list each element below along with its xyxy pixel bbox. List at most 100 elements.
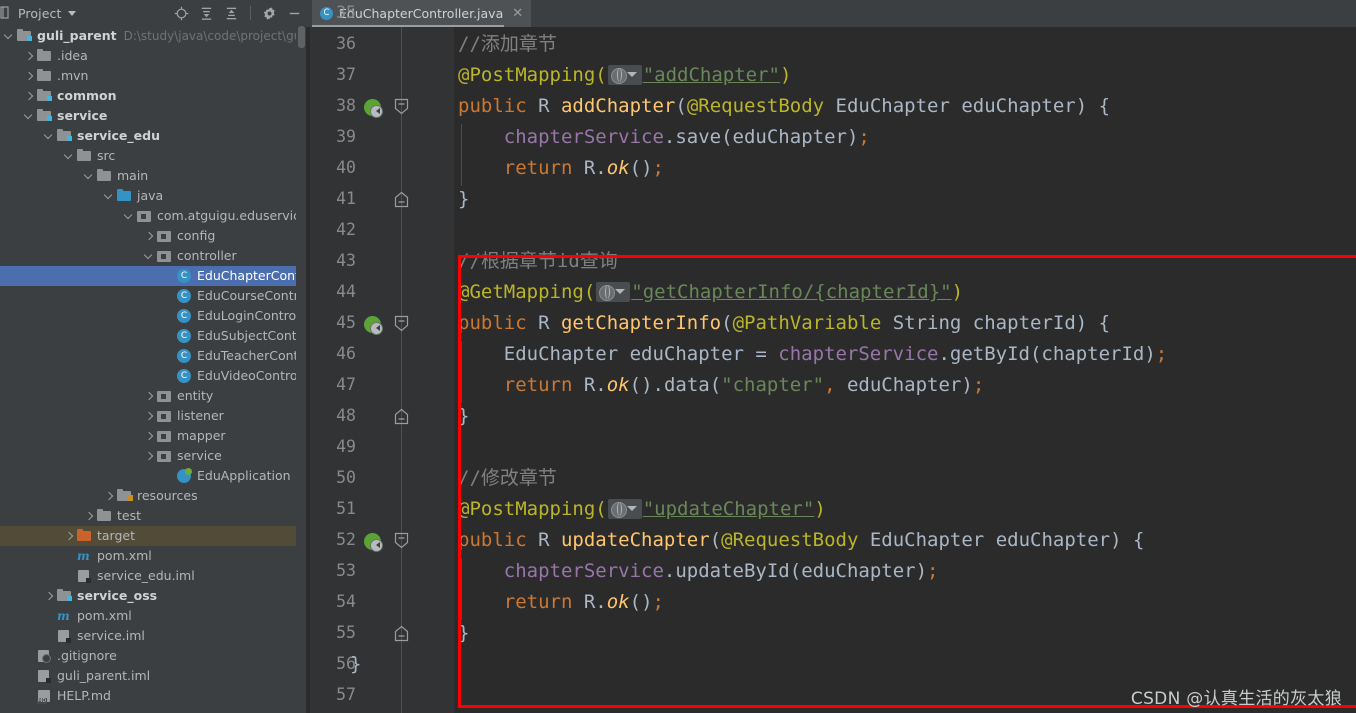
- chevron-right-icon[interactable]: [144, 231, 155, 242]
- code-line-38[interactable]: 38 public R addChapter(@RequestBody EduCh…: [306, 91, 1356, 122]
- editor-body[interactable]: 35 36 //添加章节 37 @PostMapping("addChapter") 38…: [306, 3, 1356, 713]
- tree-node-listener[interactable]: listener: [0, 406, 296, 426]
- code-fold-end-icon[interactable]: [394, 625, 409, 642]
- code-line-44[interactable]: 44 @GetMapping("getChapterInfo/{chapterId…: [306, 277, 1356, 308]
- code-fold-start-icon[interactable]: [394, 98, 409, 115]
- tree-node-pom-xml[interactable]: m pom.xml: [0, 546, 296, 566]
- chevron-right-icon[interactable]: [144, 391, 155, 402]
- tree-node-common[interactable]: common: [0, 86, 296, 106]
- tree-node-src[interactable]: src: [0, 146, 296, 166]
- tree-node-service-edu[interactable]: service_edu: [0, 126, 296, 146]
- chevron-down-icon[interactable]: [84, 171, 95, 182]
- tree-node-service-edu-iml[interactable]: service_edu.iml: [0, 566, 296, 586]
- settings-gear-icon[interactable]: [262, 6, 277, 21]
- tree-node-guli-parent-iml[interactable]: guli_parent.iml: [0, 666, 296, 686]
- run-gutter-icon[interactable]: [364, 533, 383, 552]
- tree-node-edulogincontroller[interactable]: EduLoginController: [0, 306, 306, 326]
- run-gutter-icon[interactable]: [364, 99, 383, 118]
- code-line-53[interactable]: 53 chapterService.updateById(eduChapter)…: [306, 556, 1356, 587]
- chevron-down-icon[interactable]: [124, 211, 135, 222]
- package-icon: [157, 249, 172, 263]
- chevron-right-icon[interactable]: [24, 71, 35, 82]
- code-line-45[interactable]: 45 public R getChapterInfo(@PathVariable …: [306, 308, 1356, 339]
- tree-node-service[interactable]: service: [0, 446, 296, 466]
- code-line-49[interactable]: 49: [306, 432, 1356, 463]
- chevron-right-icon[interactable]: [64, 531, 75, 542]
- tree-node-resources[interactable]: resources: [0, 486, 296, 506]
- sidebar-scroll-thumb[interactable]: [298, 26, 305, 48]
- code-line-52[interactable]: 52 public R updateChapter(@RequestBody Ed…: [306, 525, 1356, 556]
- tree-node-eduteachercontroller[interactable]: EduTeacherController: [0, 346, 306, 366]
- code-line-36[interactable]: 36 //添加章节: [306, 29, 1356, 60]
- code-line-42[interactable]: 42: [306, 215, 1356, 246]
- web-endpoint-gutter-icon[interactable]: [607, 65, 642, 85]
- tree-node-eduvideocontroller[interactable]: EduVideoController: [0, 366, 306, 386]
- tree-node-com-atguigu-eduservice[interactable]: com.atguigu.eduservice: [0, 206, 306, 226]
- tree-node-educoursecontroller[interactable]: EduCourseController: [0, 286, 306, 306]
- tree-node-pom-xml[interactable]: m pom.xml: [0, 606, 296, 626]
- code-line-41[interactable]: 41}: [306, 184, 1356, 215]
- code-line-46[interactable]: 46 EduChapter eduChapter = chapterServic…: [306, 339, 1356, 370]
- code-lines[interactable]: 35 36 //添加章节 37 @PostMapping("addChapter") 38…: [306, 3, 1356, 713]
- tree-node-service-oss[interactable]: service_oss: [0, 586, 296, 606]
- tree-node-service[interactable]: service: [0, 106, 296, 126]
- chevron-down-icon[interactable]: [24, 111, 35, 122]
- tree-node-test[interactable]: test: [0, 506, 296, 526]
- chevron-right-icon[interactable]: [24, 91, 35, 102]
- code-fold-end-icon[interactable]: [394, 191, 409, 208]
- code-line-56[interactable]: 56}: [306, 649, 1356, 680]
- tree-node--mvn[interactable]: .mvn: [0, 66, 296, 86]
- locate-target-icon[interactable]: [174, 6, 189, 21]
- tree-node--idea[interactable]: .idea: [0, 46, 296, 66]
- code-line-43[interactable]: 43 //根据章节id查询: [306, 246, 1356, 277]
- chevron-right-icon[interactable]: [104, 491, 115, 502]
- chevron-right-icon[interactable]: [144, 451, 155, 462]
- tree-node-target[interactable]: target: [0, 526, 296, 546]
- tree-node--gitignore[interactable]: .gitignore: [0, 646, 296, 666]
- code-line-39[interactable]: 39 chapterService.save(eduChapter);: [306, 122, 1356, 153]
- web-endpoint-gutter-icon[interactable]: [607, 499, 642, 519]
- tree-node-service-iml[interactable]: service.iml: [0, 626, 296, 646]
- code-line-37[interactable]: 37 @PostMapping("addChapter"): [306, 60, 1356, 91]
- chevron-down-icon[interactable]: [64, 151, 75, 162]
- expand-all-icon[interactable]: [199, 6, 214, 21]
- chevron-down-icon[interactable]: [68, 10, 77, 16]
- chevron-right-icon[interactable]: [144, 431, 155, 442]
- chevron-down-icon[interactable]: [104, 191, 115, 202]
- code-fold-start-icon[interactable]: [394, 532, 409, 549]
- collapse-all-icon[interactable]: [224, 6, 239, 21]
- code-line-35[interactable]: 35: [306, 0, 1356, 29]
- tree-node-java[interactable]: java: [0, 186, 296, 206]
- chevron-right-icon[interactable]: [144, 411, 155, 422]
- code-line-51[interactable]: 51 @PostMapping("updateChapter"): [306, 494, 1356, 525]
- tree-node-educhaptercontroller[interactable]: EduChapterController: [0, 266, 306, 286]
- tree-node-config[interactable]: config: [0, 226, 296, 246]
- tree-node-controller[interactable]: controller: [0, 246, 296, 266]
- code-line-54[interactable]: 54 return R.ok();: [306, 587, 1356, 618]
- code-fold-end-icon[interactable]: [394, 408, 409, 425]
- code-line-48[interactable]: 48}: [306, 401, 1356, 432]
- tree-node-guli-parent[interactable]: guli_parent D:\study\java\code\project\gu…: [0, 26, 306, 46]
- chevron-down-icon[interactable]: [4, 31, 15, 42]
- code-fold-start-icon[interactable]: [394, 315, 409, 332]
- minimize-icon[interactable]: [287, 6, 302, 21]
- run-gutter-icon[interactable]: [364, 316, 383, 335]
- chevron-down-icon[interactable]: [144, 251, 155, 262]
- code-line-47[interactable]: 47 return R.ok().data("chapter", eduChap…: [306, 370, 1356, 401]
- tree-node-mapper[interactable]: mapper: [0, 426, 296, 446]
- tree-node-edusubjectcontroller[interactable]: EduSubjectController: [0, 326, 306, 346]
- tree-node-entity[interactable]: entity: [0, 386, 296, 406]
- code-line-55[interactable]: 55}: [306, 618, 1356, 649]
- tree-node-main[interactable]: main: [0, 166, 296, 186]
- code-line-50[interactable]: 50 //修改章节: [306, 463, 1356, 494]
- code-line-40[interactable]: 40 return R.ok();: [306, 153, 1356, 184]
- chevron-down-icon[interactable]: [44, 131, 55, 142]
- chevron-right-icon[interactable]: [84, 511, 95, 522]
- chevron-right-icon[interactable]: [24, 51, 35, 62]
- sidebar-scrollbar[interactable]: [296, 26, 306, 713]
- tree-node-eduapplication[interactable]: EduApplication: [0, 466, 296, 486]
- web-endpoint-gutter-icon[interactable]: [596, 282, 631, 302]
- chevron-right-icon[interactable]: [44, 591, 55, 602]
- project-tree[interactable]: guli_parent D:\study\java\code\project\gu…: [0, 26, 306, 713]
- tree-node-help-md[interactable]: HELP.md: [0, 686, 296, 706]
